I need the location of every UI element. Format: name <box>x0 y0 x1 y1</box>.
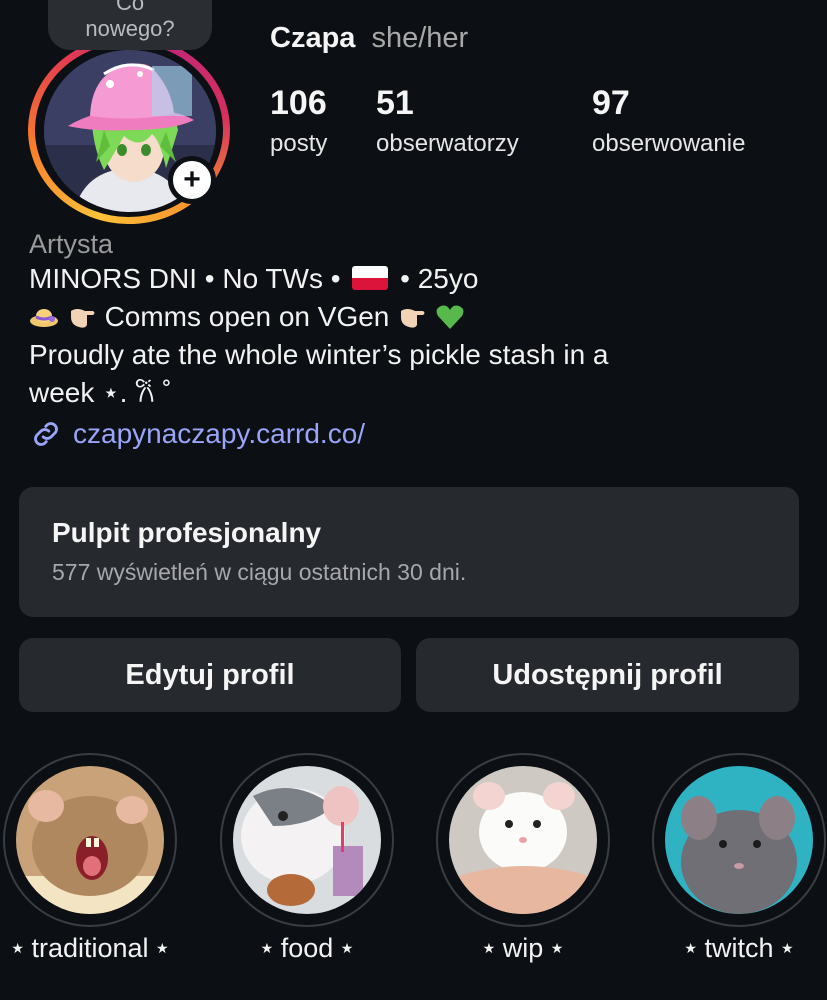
highlight-cover <box>665 766 813 914</box>
highlight-label-text: wip <box>502 933 544 963</box>
green-heart-icon <box>436 305 464 329</box>
stat-followers-value: 51 <box>376 84 414 122</box>
share-profile-button[interactable]: Udostępnij profil <box>416 638 799 712</box>
highlight-label-text: twitch <box>704 933 774 963</box>
profile-category: Artysta <box>29 229 114 259</box>
highlight-ring <box>220 753 394 927</box>
note-bubble[interactable]: Co nowego? <box>48 0 212 50</box>
highlight-cover <box>233 766 381 914</box>
bio-line-4: week ⋆. 𐙚 ˚ <box>29 377 172 408</box>
stat-posts-value: 106 <box>270 84 327 122</box>
highlight-ring <box>3 753 177 927</box>
pointing-hand-icon-2 <box>401 309 425 328</box>
dashboard-subtitle: 577 wyświetleń w ciągu ostatnich 30 dni. <box>52 559 467 585</box>
bio-line-1-text-a: MINORS DNI • No TWs • <box>29 263 341 294</box>
pointing-hand-icon <box>70 309 95 328</box>
highlight-twitch[interactable]: ★ twitch ★ <box>652 753 826 963</box>
add-story-icon[interactable]: + <box>168 156 216 204</box>
rat-yawning-image <box>16 766 164 914</box>
highlight-label: ★ traditional ★ <box>11 933 169 963</box>
dashboard-title: Pulpit profesjonalny <box>52 517 322 548</box>
highlight-cover <box>16 766 164 914</box>
highlight-food[interactable]: ★ food ★ <box>220 753 394 963</box>
highlight-label: ★ food ★ <box>260 933 354 963</box>
bio-line-2-text: Comms open on VGen <box>104 301 390 332</box>
highlight-label: ★ twitch ★ <box>684 933 794 963</box>
stat-followers-label: obserwatorzy <box>376 130 519 157</box>
stat-following-value: 97 <box>592 84 630 122</box>
link-icon <box>34 422 58 446</box>
stat-posts[interactable]: 106 posty <box>270 84 327 158</box>
stat-followers[interactable]: 51 obserwatorzy <box>376 84 519 158</box>
professional-dashboard[interactable]: Pulpit profesjonalny 577 wyświetleń w ci… <box>19 487 799 617</box>
bio: Artysta MINORS DNI • No TWs • • 25yo Com… <box>29 228 809 454</box>
bio-link[interactable]: czapynaczapy.carrd.co/ <box>29 414 809 454</box>
profile-page: + Co nowego? Czapa she/her 106 posty 51 … <box>0 0 827 1000</box>
bio-line-1: MINORS DNI • No TWs • • 25yo <box>29 260 809 298</box>
highlight-wip[interactable]: ★ wip ★ <box>436 753 610 963</box>
highlight-ring <box>652 753 826 927</box>
highlight-cover <box>449 766 597 914</box>
bio-line-1-text-b: • 25yo <box>400 263 479 294</box>
rat-eating-image <box>233 766 381 914</box>
bio-link-text[interactable]: czapynaczapy.carrd.co/ <box>73 414 365 454</box>
edit-profile-button[interactable]: Edytuj profil <box>19 638 401 712</box>
rat-in-hand-image <box>449 766 597 914</box>
stat-following[interactable]: 97 obserwowanie <box>592 84 745 158</box>
highlight-ring <box>436 753 610 927</box>
stat-following-label: obserwowanie <box>592 130 746 157</box>
bio-line-3: Proudly ate the whole winter’s pickle st… <box>29 339 609 370</box>
note-line-1: Co <box>115 0 145 15</box>
stat-posts-label: posty <box>270 130 328 157</box>
profile-name: Czapa <box>270 22 356 54</box>
profile-pronouns: she/her <box>371 22 469 54</box>
highlight-label-text: traditional <box>31 933 149 963</box>
highlight-label-text: food <box>280 933 334 963</box>
highlight-traditional[interactable]: ★ traditional ★ <box>3 753 177 963</box>
hat-emoji-icon <box>30 309 58 327</box>
rat-teal-background-image <box>665 766 813 914</box>
bio-line-2: Comms open on VGen <box>29 298 809 336</box>
poland-flag-icon <box>352 266 389 290</box>
name-row: Czapa she/her <box>270 22 468 55</box>
highlight-label: ★ wip ★ <box>482 933 564 963</box>
note-line-2: nowego? <box>85 16 175 41</box>
